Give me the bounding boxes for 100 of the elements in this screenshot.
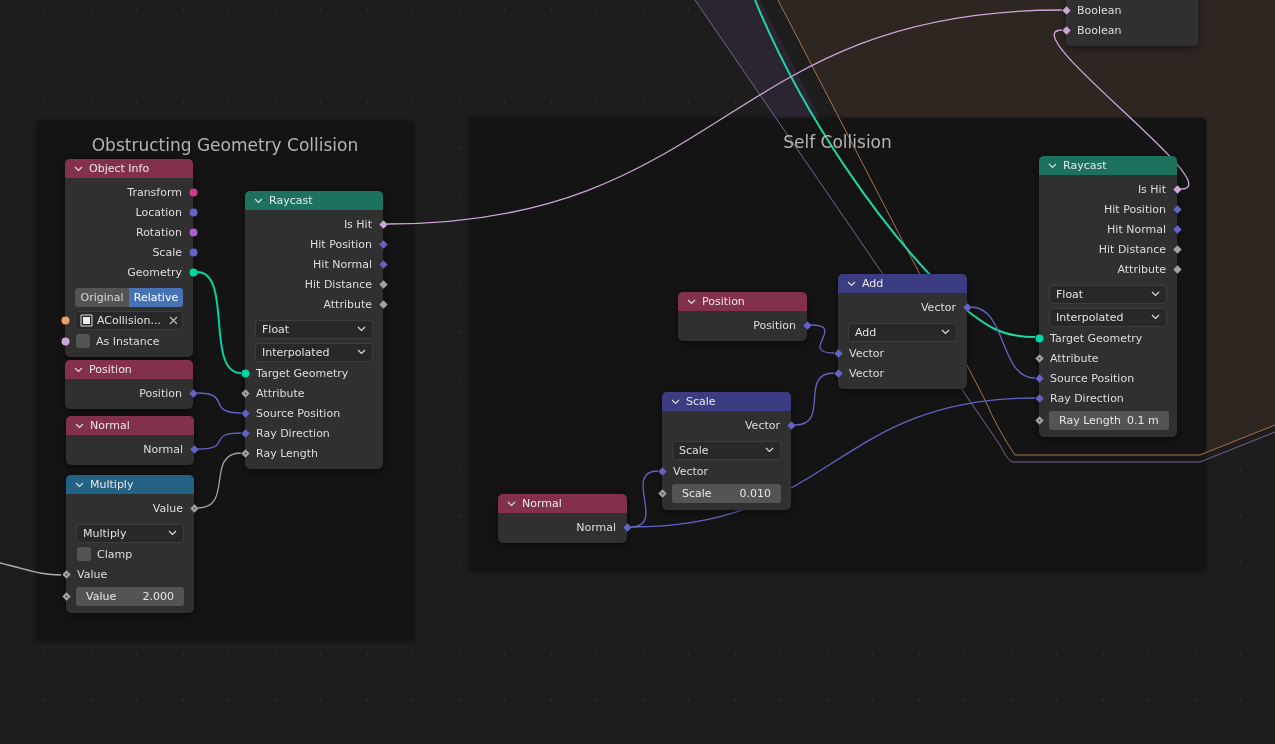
socket-label: Hit Position	[1104, 202, 1166, 216]
socket-handle[interactable]	[240, 428, 250, 438]
chevron-icon	[941, 329, 950, 335]
socket-handle[interactable]	[1034, 373, 1044, 383]
socket-label: Attribute	[323, 297, 372, 311]
node-header[interactable]: Scale	[662, 392, 791, 411]
socket-handle[interactable]	[378, 259, 388, 269]
socket-handle[interactable]	[240, 448, 250, 458]
node-title: Raycast	[1063, 159, 1107, 172]
chevron-icon	[847, 280, 856, 287]
socket-handle[interactable]	[188, 187, 198, 197]
socket-handle[interactable]	[378, 299, 388, 309]
socket-handle[interactable]	[786, 420, 796, 430]
socket-label: Attribute	[1050, 351, 1099, 365]
socket-handle[interactable]	[188, 227, 198, 237]
socket-handle[interactable]	[60, 336, 70, 346]
socket-handle[interactable]	[657, 466, 667, 476]
node-header[interactable]: Position	[678, 292, 807, 311]
socket-label: Location	[135, 205, 182, 219]
node-header[interactable]: Object Info	[65, 159, 193, 178]
socket-handle[interactable]	[1034, 333, 1044, 343]
link-wire	[0, 562, 62, 576]
socket-label: Position	[139, 386, 182, 400]
socket-handle[interactable]	[188, 247, 198, 257]
socket-handle[interactable]	[61, 591, 71, 601]
node-header[interactable]: Raycast	[1039, 156, 1177, 175]
chevron-icon	[1048, 162, 1057, 169]
socket-handle[interactable]	[833, 368, 843, 378]
node-title: Scale	[686, 395, 716, 408]
node-title: Position	[702, 295, 745, 308]
chevron-icon	[75, 422, 84, 429]
chevron-icon	[507, 500, 516, 507]
node-header[interactable]: Add	[838, 274, 967, 293]
socket-label: Geometry	[127, 265, 182, 279]
chevron-icon	[357, 326, 366, 332]
socket-label: Transform	[127, 185, 182, 199]
socket-handle[interactable]	[1061, 5, 1071, 15]
socket-handle[interactable]	[802, 320, 812, 330]
socket-handle[interactable]	[188, 207, 198, 217]
socket-handle[interactable]	[189, 444, 199, 454]
node-panel[interactable]	[1066, 0, 1198, 46]
chevron-icon	[765, 447, 774, 453]
object-name: ACollision...	[97, 313, 162, 327]
object-icon	[80, 313, 93, 327]
socket-label: Scale	[152, 245, 182, 259]
checkbox[interactable]	[77, 547, 91, 561]
socket-handle[interactable]	[1172, 204, 1182, 214]
node-header[interactable]: Raycast	[245, 191, 383, 210]
node-header[interactable]: Multiply	[66, 475, 194, 494]
socket-handle[interactable]	[622, 522, 632, 532]
socket-handle[interactable]	[1172, 244, 1182, 254]
socket-handle[interactable]	[378, 219, 388, 229]
socket-handle[interactable]	[378, 279, 388, 289]
socket-handle[interactable]	[61, 569, 71, 579]
node-title: Normal	[90, 419, 130, 432]
chevron-icon	[671, 398, 680, 405]
socket-label: Vector	[849, 346, 885, 360]
socket-label: Vector	[744, 418, 780, 432]
socket-label: Hit Normal	[1107, 222, 1166, 236]
socket-label: Hit Position	[310, 237, 372, 251]
socket-label: Attribute	[1117, 262, 1166, 276]
socket-handle[interactable]	[188, 267, 198, 277]
socket-handle[interactable]	[1172, 184, 1182, 194]
socket-handle[interactable]	[240, 408, 250, 418]
socket-handle[interactable]	[962, 302, 972, 312]
checkbox-label: Clamp	[97, 547, 133, 561]
frame-title: Obstructing Geometry Collision	[91, 135, 359, 157]
socket-handle[interactable]	[189, 503, 199, 513]
node-title: Position	[89, 363, 132, 376]
socket-handle[interactable]	[833, 348, 843, 358]
node-title: Multiply	[90, 478, 134, 491]
socket-handle[interactable]	[60, 315, 70, 325]
socket-handle[interactable]	[188, 388, 198, 398]
close-icon[interactable]	[169, 315, 178, 325]
socket-label: Target Geometry	[256, 366, 349, 380]
checkbox[interactable]	[76, 334, 90, 348]
socket-label: Boolean	[1077, 23, 1122, 37]
socket-handle[interactable]	[657, 488, 667, 498]
socket-label: Is Hit	[1137, 182, 1166, 196]
chevron-icon	[687, 298, 696, 305]
socket-label: Ray Direction	[256, 426, 330, 440]
socket-handle[interactable]	[1172, 224, 1182, 234]
node-title: Add	[862, 277, 884, 290]
socket-handle[interactable]	[240, 368, 250, 378]
socket-handle[interactable]	[1034, 393, 1044, 403]
socket-handle[interactable]	[1034, 353, 1044, 363]
socket-label: Hit Normal	[313, 257, 372, 271]
socket-label: Vector	[920, 300, 956, 314]
socket-handle[interactable]	[1034, 415, 1044, 425]
socket-label: Normal	[576, 520, 616, 534]
socket-label: Value	[152, 501, 183, 515]
socket-label: Hit Distance	[304, 277, 372, 291]
node-header[interactable]: Position	[65, 360, 193, 379]
socket-handle[interactable]	[1061, 25, 1071, 35]
socket-handle[interactable]	[1172, 264, 1182, 274]
node-header[interactable]: Normal	[66, 416, 194, 435]
socket-handle[interactable]	[378, 239, 388, 249]
socket-handle[interactable]	[240, 388, 250, 398]
socket-label: Ray Length	[256, 446, 319, 460]
node-header[interactable]: Normal	[498, 494, 627, 513]
